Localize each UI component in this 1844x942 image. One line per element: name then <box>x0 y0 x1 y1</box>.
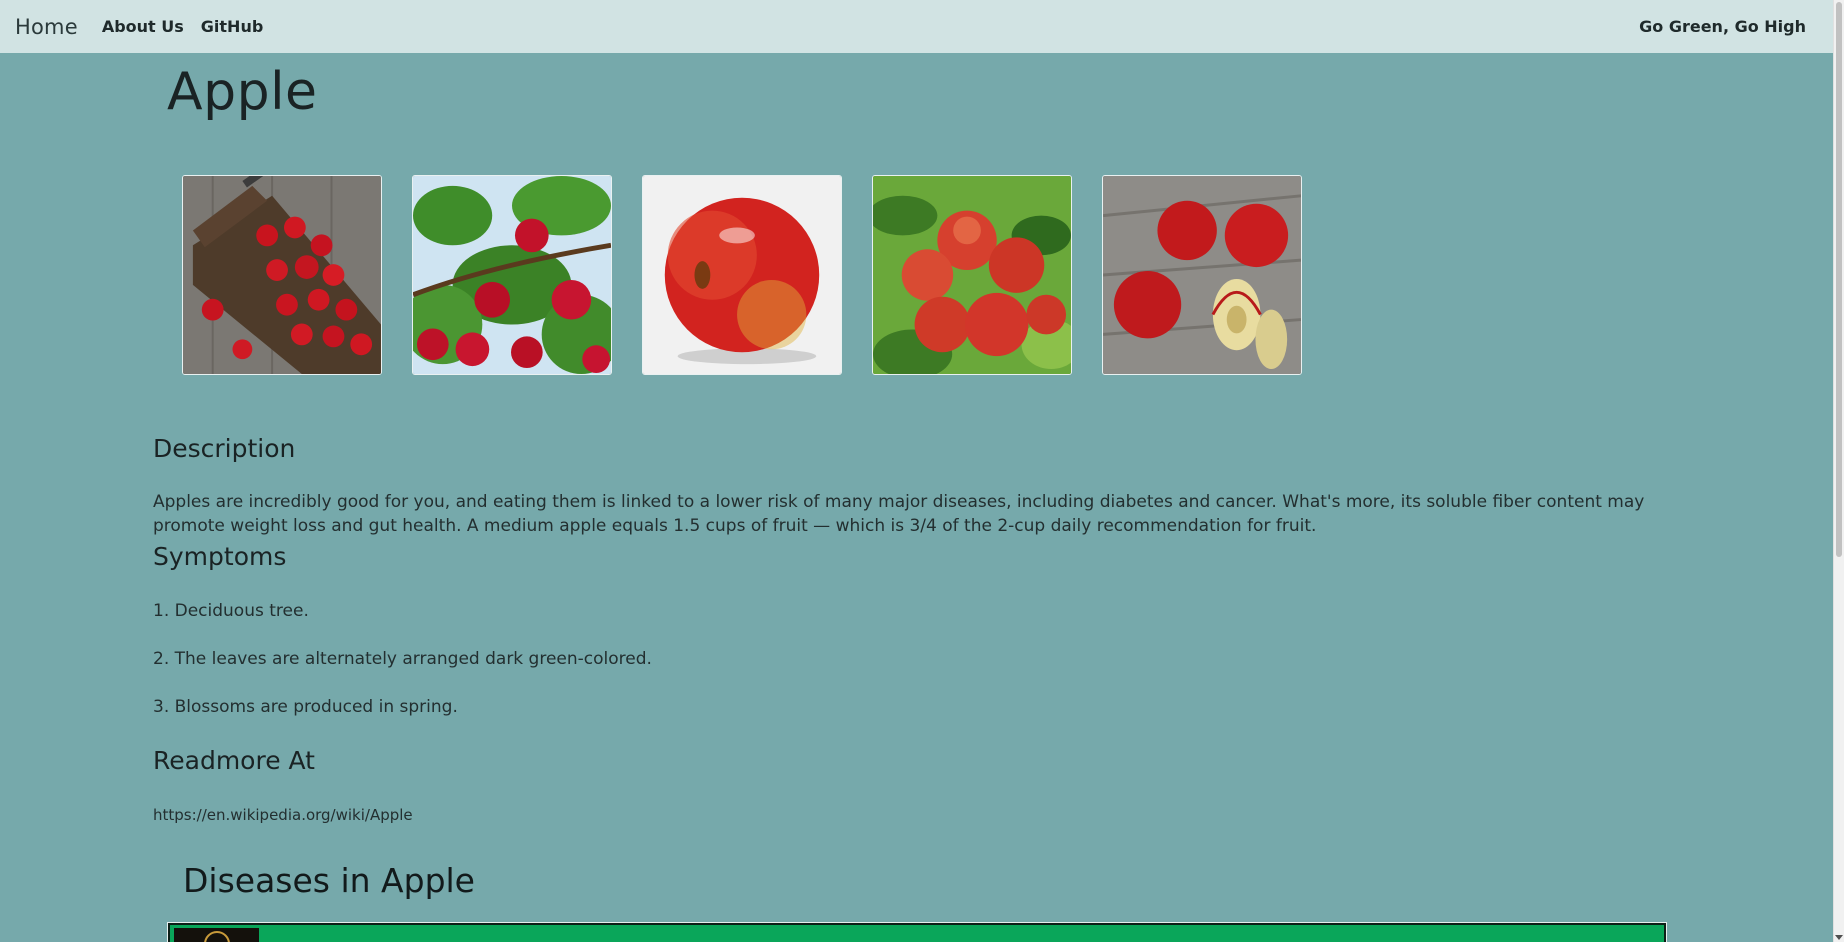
gallery-image-1[interactable] <box>182 175 382 375</box>
plant-title: Apple <box>167 62 318 122</box>
gallery-image-4[interactable] <box>872 175 1072 375</box>
nav-slogan: Go Green, Go High <box>1639 17 1806 36</box>
gallery-image-2[interactable] <box>412 175 612 375</box>
disease-image-detail <box>204 931 230 942</box>
symptom-item: 3. Blossoms are produced in spring. <box>153 697 458 717</box>
diseases-heading: Diseases in Apple <box>183 861 475 900</box>
page: Home About Us GitHub Go Green, Go High A… <box>0 0 1844 942</box>
readmore-heading: Readmore At <box>153 746 315 775</box>
apples-on-tree-image <box>413 176 611 374</box>
apple-cluster-image <box>873 176 1071 374</box>
nav-github-link[interactable]: GitHub <box>201 17 264 36</box>
symptoms-heading: Symptoms <box>153 542 287 571</box>
symptom-item: 2. The leaves are alternately arranged d… <box>153 649 652 669</box>
apples-on-table-image <box>1103 176 1301 374</box>
description-heading: Description <box>153 434 296 463</box>
gallery-image-3[interactable] <box>642 175 842 375</box>
disease-card[interactable] <box>167 922 1667 942</box>
scroll-down-arrow-icon[interactable] <box>1835 935 1843 940</box>
disease-card-image <box>174 928 259 942</box>
top-navbar: Home About Us GitHub Go Green, Go High <box>0 0 1833 53</box>
nav-home-link[interactable]: Home <box>15 15 78 39</box>
scrollbar-thumb[interactable] <box>1836 2 1842 557</box>
description-text: Apples are incredibly good for you, and … <box>153 492 1645 536</box>
nav-about-us-link[interactable]: About Us <box>102 17 184 36</box>
vertical-scrollbar[interactable] <box>1833 0 1844 942</box>
apples-on-board-image <box>183 176 381 374</box>
symptom-item: 1. Deciduous tree. <box>153 601 309 621</box>
gallery-image-5[interactable] <box>1102 175 1302 375</box>
single-apple-image <box>643 176 841 374</box>
readmore-link[interactable]: https://en.wikipedia.org/wiki/Apple <box>153 806 413 824</box>
image-gallery <box>182 175 1302 375</box>
